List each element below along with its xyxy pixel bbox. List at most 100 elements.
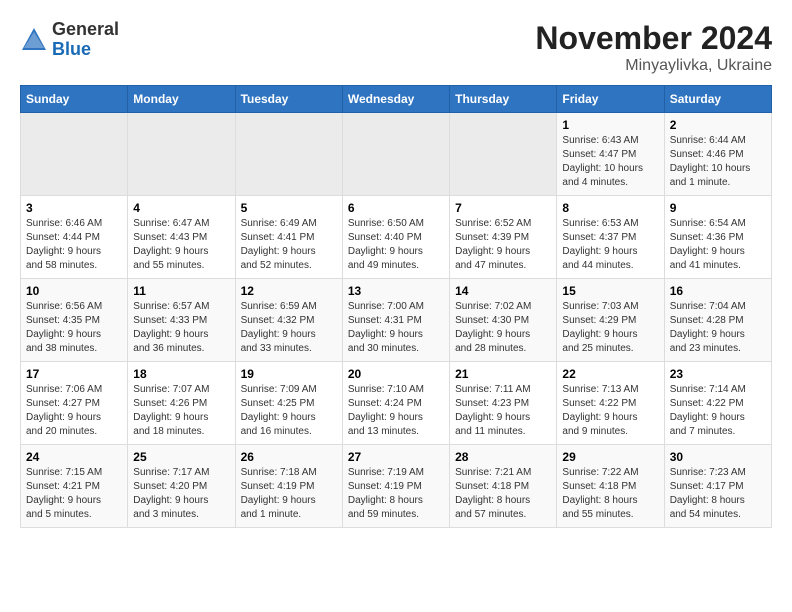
page-title: November 2024 <box>535 20 772 57</box>
day-info: Sunrise: 7:15 AM Sunset: 4:21 PM Dayligh… <box>26 466 122 522</box>
header-cell-saturday: Saturday <box>664 86 771 113</box>
day-cell <box>235 113 342 196</box>
calendar-table: SundayMondayTuesdayWednesdayThursdayFrid… <box>20 85 772 528</box>
day-info: Sunrise: 7:19 AM Sunset: 4:19 PM Dayligh… <box>348 466 444 522</box>
day-cell: 21 Sunrise: 7:11 AM Sunset: 4:23 PM Dayli… <box>450 362 557 445</box>
day-cell <box>450 113 557 196</box>
day-number: 12 <box>241 284 337 298</box>
day-number: 17 <box>26 367 122 381</box>
day-cell: 13Sunrise: 7:00 AM Sunset: 4:31 PM Dayli… <box>342 279 449 362</box>
day-cell: 30 Sunrise: 7:23 AM Sunset: 4:17 PM Dayli… <box>664 445 771 528</box>
day-number: 25 <box>133 450 229 464</box>
day-number: 23 <box>670 367 766 381</box>
day-number: 4 <box>133 201 229 215</box>
logo-blue: Blue <box>52 40 119 60</box>
week-row-3: 10Sunrise: 6:56 AM Sunset: 4:35 PM Dayli… <box>21 279 772 362</box>
day-info: Sunrise: 7:09 AM Sunset: 4:25 PM Dayligh… <box>241 383 337 439</box>
logo: General Blue <box>20 20 119 60</box>
day-number: 10 <box>26 284 122 298</box>
header-cell-tuesday: Tuesday <box>235 86 342 113</box>
day-cell: 5 Sunrise: 6:49 AM Sunset: 4:41 PM Daylig… <box>235 196 342 279</box>
header-cell-wednesday: Wednesday <box>342 86 449 113</box>
day-cell: 25 Sunrise: 7:17 AM Sunset: 4:20 PM Dayli… <box>128 445 235 528</box>
day-info: Sunrise: 7:13 AM Sunset: 4:22 PM Dayligh… <box>562 383 658 439</box>
day-cell: 6 Sunrise: 6:50 AM Sunset: 4:40 PM Daylig… <box>342 196 449 279</box>
day-cell: 11 Sunrise: 6:57 AM Sunset: 4:33 PM Dayli… <box>128 279 235 362</box>
day-cell: 9 Sunrise: 6:54 AM Sunset: 4:36 PM Daylig… <box>664 196 771 279</box>
day-number: 16 <box>670 284 766 298</box>
day-number: 19 <box>241 367 337 381</box>
day-number: 3 <box>26 201 122 215</box>
week-row-2: 3Sunrise: 6:46 AM Sunset: 4:44 PM Daylig… <box>21 196 772 279</box>
day-cell: 15 Sunrise: 7:03 AM Sunset: 4:29 PM Dayli… <box>557 279 664 362</box>
day-info: Sunrise: 6:50 AM Sunset: 4:40 PM Dayligh… <box>348 217 444 273</box>
header-cell-sunday: Sunday <box>21 86 128 113</box>
day-number: 24 <box>26 450 122 464</box>
day-number: 11 <box>133 284 229 298</box>
day-info: Sunrise: 6:54 AM Sunset: 4:36 PM Dayligh… <box>670 217 766 273</box>
day-cell: 14 Sunrise: 7:02 AM Sunset: 4:30 PM Dayli… <box>450 279 557 362</box>
day-number: 28 <box>455 450 551 464</box>
day-info: Sunrise: 7:11 AM Sunset: 4:23 PM Dayligh… <box>455 383 551 439</box>
day-cell: 20Sunrise: 7:10 AM Sunset: 4:24 PM Dayli… <box>342 362 449 445</box>
day-cell: 17 Sunrise: 7:06 AM Sunset: 4:27 PM Dayli… <box>21 362 128 445</box>
day-cell: 29Sunrise: 7:22 AM Sunset: 4:18 PM Dayli… <box>557 445 664 528</box>
page-header: General Blue November 2024 Minyaylivka, … <box>20 20 772 75</box>
day-cell: 23 Sunrise: 7:14 AM Sunset: 4:22 PM Dayli… <box>664 362 771 445</box>
day-info: Sunrise: 7:17 AM Sunset: 4:20 PM Dayligh… <box>133 466 229 522</box>
day-cell: 4 Sunrise: 6:47 AM Sunset: 4:43 PM Daylig… <box>128 196 235 279</box>
day-number: 27 <box>348 450 444 464</box>
day-number: 26 <box>241 450 337 464</box>
header-cell-friday: Friday <box>557 86 664 113</box>
day-info: Sunrise: 7:07 AM Sunset: 4:26 PM Dayligh… <box>133 383 229 439</box>
logo-icon <box>20 26 48 54</box>
day-cell: 10Sunrise: 6:56 AM Sunset: 4:35 PM Dayli… <box>21 279 128 362</box>
day-info: Sunrise: 6:47 AM Sunset: 4:43 PM Dayligh… <box>133 217 229 273</box>
day-cell: 19 Sunrise: 7:09 AM Sunset: 4:25 PM Dayli… <box>235 362 342 445</box>
day-info: Sunrise: 6:52 AM Sunset: 4:39 PM Dayligh… <box>455 217 551 273</box>
day-number: 22 <box>562 367 658 381</box>
day-info: Sunrise: 7:18 AM Sunset: 4:19 PM Dayligh… <box>241 466 337 522</box>
day-number: 6 <box>348 201 444 215</box>
day-info: Sunrise: 7:23 AM Sunset: 4:17 PM Dayligh… <box>670 466 766 522</box>
day-info: Sunrise: 7:06 AM Sunset: 4:27 PM Dayligh… <box>26 383 122 439</box>
day-number: 7 <box>455 201 551 215</box>
day-info: Sunrise: 7:21 AM Sunset: 4:18 PM Dayligh… <box>455 466 551 522</box>
day-info: Sunrise: 7:10 AM Sunset: 4:24 PM Dayligh… <box>348 383 444 439</box>
header-cell-thursday: Thursday <box>450 86 557 113</box>
logo-general: General <box>52 20 119 40</box>
day-cell: 16 Sunrise: 7:04 AM Sunset: 4:28 PM Dayli… <box>664 279 771 362</box>
day-info: Sunrise: 7:02 AM Sunset: 4:30 PM Dayligh… <box>455 300 551 356</box>
day-cell: 3Sunrise: 6:46 AM Sunset: 4:44 PM Daylig… <box>21 196 128 279</box>
day-number: 14 <box>455 284 551 298</box>
day-number: 5 <box>241 201 337 215</box>
day-cell <box>21 113 128 196</box>
week-row-4: 17 Sunrise: 7:06 AM Sunset: 4:27 PM Dayli… <box>21 362 772 445</box>
day-cell: 18Sunrise: 7:07 AM Sunset: 4:26 PM Dayli… <box>128 362 235 445</box>
day-info: Sunrise: 7:03 AM Sunset: 4:29 PM Dayligh… <box>562 300 658 356</box>
day-number: 8 <box>562 201 658 215</box>
day-info: Sunrise: 7:04 AM Sunset: 4:28 PM Dayligh… <box>670 300 766 356</box>
day-number: 30 <box>670 450 766 464</box>
day-number: 9 <box>670 201 766 215</box>
day-info: Sunrise: 6:49 AM Sunset: 4:41 PM Dayligh… <box>241 217 337 273</box>
day-cell: 8Sunrise: 6:53 AM Sunset: 4:37 PM Daylig… <box>557 196 664 279</box>
day-cell: 22 Sunrise: 7:13 AM Sunset: 4:22 PM Dayli… <box>557 362 664 445</box>
logo-text: General Blue <box>52 20 119 60</box>
day-number: 21 <box>455 367 551 381</box>
day-cell <box>342 113 449 196</box>
day-info: Sunrise: 7:14 AM Sunset: 4:22 PM Dayligh… <box>670 383 766 439</box>
day-number: 15 <box>562 284 658 298</box>
day-cell: 2Sunrise: 6:44 AM Sunset: 4:46 PM Daylig… <box>664 113 771 196</box>
header-cell-monday: Monday <box>128 86 235 113</box>
page-subtitle: Minyaylivka, Ukraine <box>535 57 772 75</box>
day-cell: 7 Sunrise: 6:52 AM Sunset: 4:39 PM Daylig… <box>450 196 557 279</box>
day-cell: 12 Sunrise: 6:59 AM Sunset: 4:32 PM Dayli… <box>235 279 342 362</box>
day-cell: 24 Sunrise: 7:15 AM Sunset: 4:21 PM Dayli… <box>21 445 128 528</box>
day-info: Sunrise: 6:59 AM Sunset: 4:32 PM Dayligh… <box>241 300 337 356</box>
day-info: Sunrise: 6:57 AM Sunset: 4:33 PM Dayligh… <box>133 300 229 356</box>
day-info: Sunrise: 7:22 AM Sunset: 4:18 PM Dayligh… <box>562 466 658 522</box>
day-cell: 26 Sunrise: 7:18 AM Sunset: 4:19 PM Dayli… <box>235 445 342 528</box>
day-cell: 1Sunrise: 6:43 AM Sunset: 4:47 PM Daylig… <box>557 113 664 196</box>
day-cell: 27 Sunrise: 7:19 AM Sunset: 4:19 PM Dayli… <box>342 445 449 528</box>
